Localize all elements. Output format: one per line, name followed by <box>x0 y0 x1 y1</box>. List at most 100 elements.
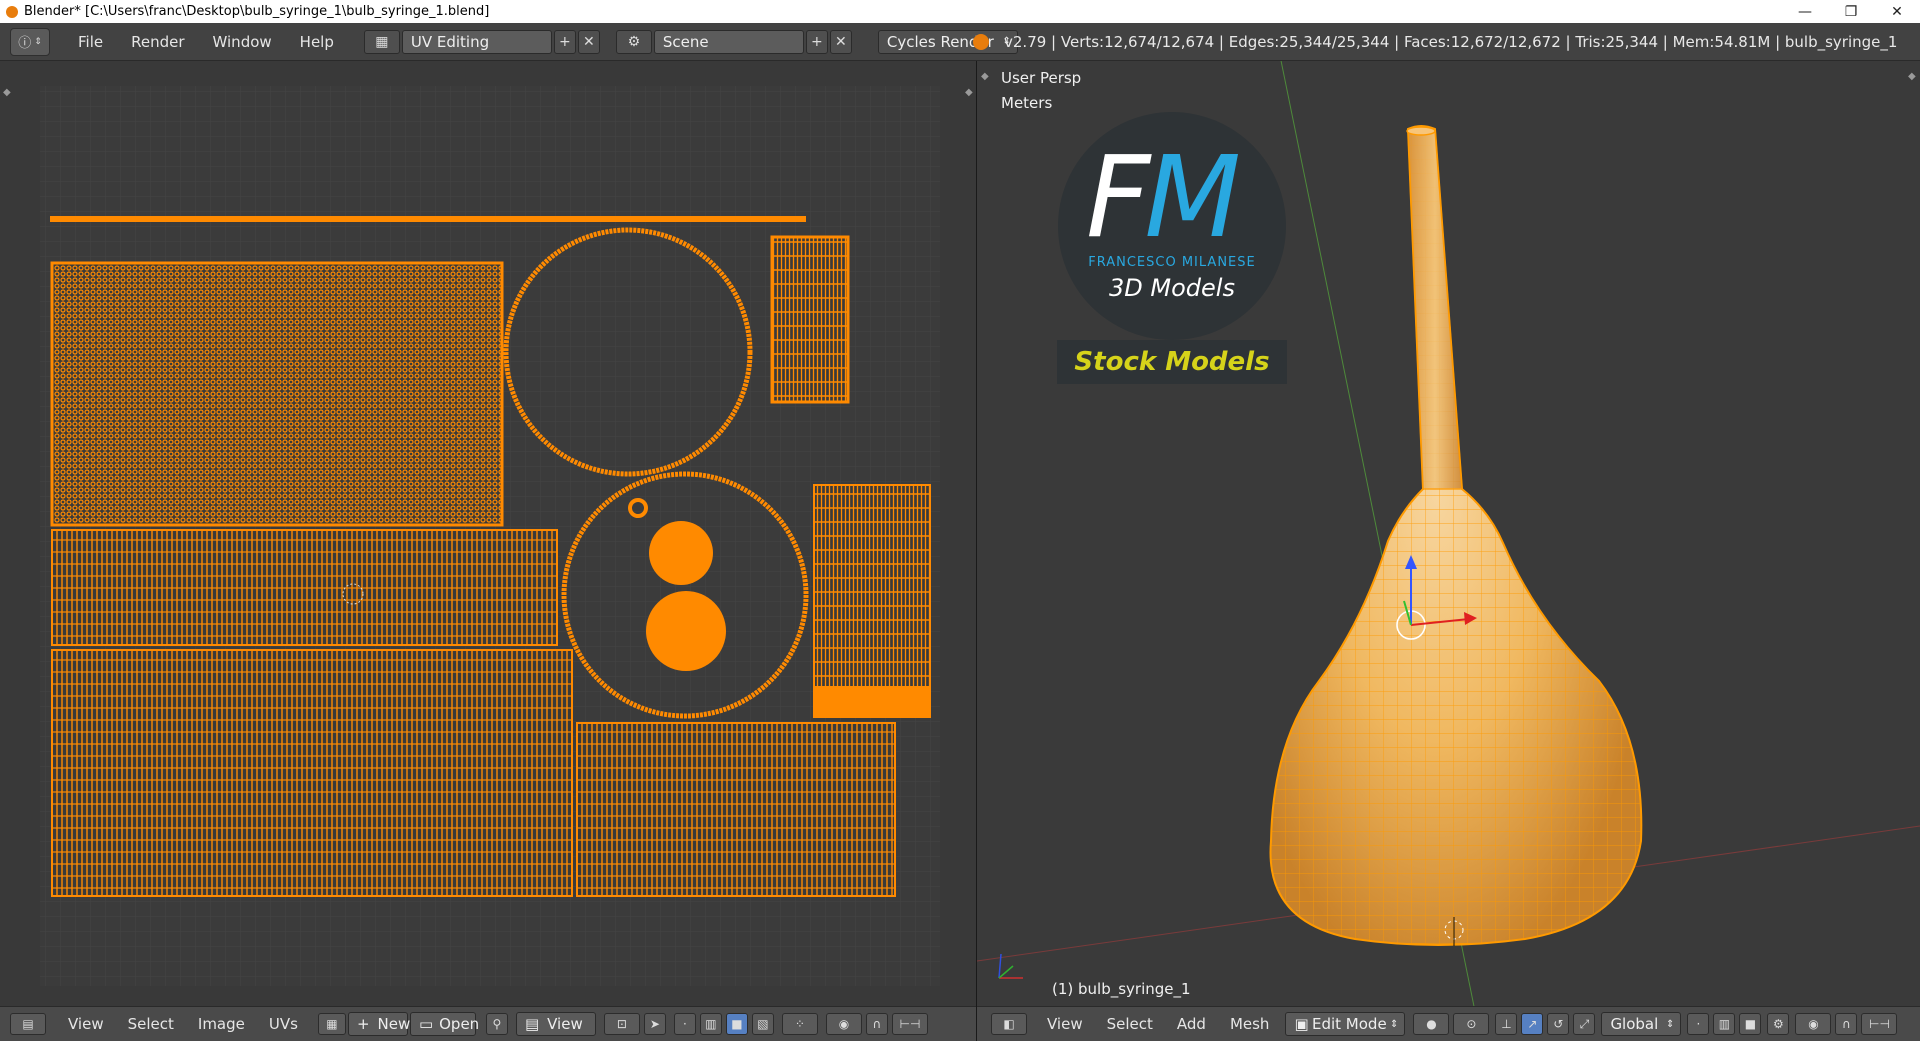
scale-manipulator-button[interactable]: ⤢ <box>1573 1013 1596 1035</box>
vp-menu-view[interactable]: View <box>1035 1015 1095 1033</box>
menu-help[interactable]: Help <box>286 33 348 51</box>
delete-scene-button[interactable]: ✕ <box>829 29 852 54</box>
face-icon: ■ <box>1744 1017 1757 1031</box>
3d-viewport[interactable]: ◆ ◆ User Persp Meters FM FRANCESCO MILAN… <box>977 61 1920 1006</box>
nozzle-mesh <box>1407 128 1463 490</box>
island-select-button[interactable]: ▧ <box>751 1013 774 1035</box>
vp-menu-select[interactable]: Select <box>1095 1015 1165 1033</box>
menu-file[interactable]: File <box>64 33 117 51</box>
editor-mode-dropdown[interactable]: ▤ View <box>515 1012 596 1036</box>
viewport-header: ◧ View Select Add Mesh ▣ Edit Mode ⇕ ● ⊙… <box>977 1006 1920 1041</box>
delete-screen-button[interactable]: ✕ <box>577 29 600 54</box>
vp-menu-mesh[interactable]: Mesh <box>1218 1015 1282 1033</box>
window-titlebar: Blender* [C:\Users\franc\Desktop\bulb_sy… <box>0 0 1920 23</box>
uv-island-right <box>813 484 931 718</box>
snap-element-dropdown[interactable]: ⊢⊣ <box>1861 1013 1898 1035</box>
uv-editor-type-button[interactable]: ▤ <box>10 1013 46 1035</box>
axis-indicator-y <box>998 965 1014 979</box>
pin-image-button[interactable]: ⚲ <box>485 1013 508 1035</box>
menu-window[interactable]: Window <box>199 33 286 51</box>
uv-island-lower <box>51 649 573 897</box>
scene-field[interactable]: Scene <box>653 29 804 54</box>
new-image-button[interactable]: + New <box>347 1012 411 1036</box>
magnet-icon: ∩ <box>1842 1017 1851 1031</box>
sticky-icon: ⁘ <box>794 1017 805 1031</box>
add-scene-button[interactable]: + <box>805 29 828 54</box>
face-select-button[interactable]: ■ <box>725 1013 748 1035</box>
island-icon: ▧ <box>757 1017 769 1031</box>
watermark-subtitle: 3D Models <box>1109 274 1235 302</box>
vp-menu-add[interactable]: Add <box>1165 1015 1218 1033</box>
edge-select-mode-button[interactable]: ▥ <box>1713 1013 1736 1035</box>
snap-element-dropdown[interactable]: ⊢⊣ <box>891 1013 928 1035</box>
uv-menu-view[interactable]: View <box>56 1015 116 1033</box>
viewport-shading-dropdown[interactable]: ● <box>1413 1013 1450 1035</box>
image-icon: ▦ <box>326 1017 338 1031</box>
snap-icon: ⊢⊣ <box>899 1017 921 1031</box>
snap-toggle[interactable]: ∩ <box>1835 1013 1858 1035</box>
close-button[interactable]: ✕ <box>1874 0 1920 23</box>
image-browse-button[interactable]: ▦ <box>317 1013 346 1035</box>
rotate-manipulator-button[interactable]: ↺ <box>1547 1013 1570 1035</box>
uv-island-small-strip <box>770 235 850 404</box>
scene-statistics: v2.79 | Verts:12,674/12,674 | Edges:25,3… <box>1004 33 1898 51</box>
mesh-wireframe <box>1270 126 1642 945</box>
uv-island-right-base <box>814 686 930 717</box>
active-object-label: (1) bulb_syringe_1 <box>1052 980 1191 998</box>
viewport-editor-type-button[interactable]: ◧ <box>991 1013 1027 1035</box>
uv-island-disc-2 <box>646 591 726 671</box>
sticky-selection-dropdown[interactable]: ⁘ <box>781 1013 818 1035</box>
mode-label: Edit Mode <box>1311 1015 1387 1033</box>
vertex-icon: · <box>683 1017 687 1031</box>
snap-toggle[interactable]: ∩ <box>865 1013 888 1035</box>
uv-menu-uvs[interactable]: UVs <box>257 1015 310 1033</box>
mode-dropdown[interactable]: ▣ Edit Mode ⇕ <box>1285 1012 1406 1036</box>
uv-menu-image[interactable]: Image <box>186 1015 257 1033</box>
face-select-mode-button[interactable]: ■ <box>1739 1013 1762 1035</box>
minimize-button[interactable]: — <box>1782 0 1828 23</box>
mode-icon: ▤ <box>524 1015 540 1033</box>
new-image-label: New <box>377 1015 411 1033</box>
proportional-edit-dropdown[interactable]: ◉ <box>1795 1013 1832 1035</box>
face-icon: ■ <box>731 1017 743 1031</box>
snap-icon: ⊢⊣ <box>1868 1017 1890 1031</box>
screen-layout-field[interactable]: UV Editing <box>401 29 552 54</box>
uv-canvas[interactable] <box>0 61 976 1006</box>
watermark-logo-circle: FM FM FRANCESCO MILANESE 3D Models <box>1058 112 1286 340</box>
edge-select-button[interactable]: ▥ <box>699 1013 722 1035</box>
plus-icon: + <box>559 33 571 50</box>
manipulator-toggle[interactable]: ⊥ <box>1495 1013 1518 1035</box>
add-screen-button[interactable]: + <box>553 29 576 54</box>
cursor-icon: ➤ <box>649 1017 660 1031</box>
proportional-icon: ◉ <box>1808 1017 1819 1031</box>
vertex-select-button[interactable]: · <box>673 1013 696 1035</box>
magnet-icon: ∩ <box>872 1017 882 1031</box>
pivot-point-dropdown[interactable]: ⊡ <box>603 1013 640 1035</box>
translate-manipulator-button[interactable]: ↗ <box>1521 1013 1544 1035</box>
info-menus: File Render Window Help <box>64 33 348 51</box>
pivot-point-dropdown[interactable]: ⊙ <box>1453 1013 1490 1035</box>
x-icon: ✕ <box>583 33 595 50</box>
updown-icon: ⇕ <box>34 36 42 47</box>
render-engine-dropdown[interactable]: Cycles Render ⇕ <box>877 29 1018 54</box>
blender-logo-icon <box>973 34 989 50</box>
scene-browse-button[interactable]: ⚙ <box>615 29 652 54</box>
updown-icon: ⇕ <box>1390 1018 1399 1030</box>
transform-orientation-dropdown[interactable]: Global ⇕ <box>1601 1012 1682 1036</box>
uv-image-editor[interactable]: ◆ ◆ <box>0 61 976 1006</box>
editor-type-button[interactable]: ⓘ ⇕ <box>10 27 50 56</box>
limit-selection-button[interactable]: ⚙ <box>1767 1013 1790 1035</box>
window-title: Blender* [C:\Users\franc\Desktop\bulb_sy… <box>24 4 490 19</box>
watermark-author: FRANCESCO MILANESE <box>1088 255 1256 270</box>
translate-icon: ↗ <box>1527 1017 1538 1031</box>
uv-menu-select[interactable]: Select <box>116 1015 186 1033</box>
screen-layout-browse-button[interactable]: ▦ <box>363 29 400 54</box>
sync-selection-toggle[interactable]: ➤ <box>643 1013 666 1035</box>
limit-icon: ⚙ <box>1773 1017 1784 1031</box>
restore-button[interactable]: ❐ <box>1828 0 1874 23</box>
menu-render[interactable]: Render <box>117 33 198 51</box>
vertex-select-mode-button[interactable]: · <box>1687 1013 1710 1035</box>
open-image-button[interactable]: ▭ Open <box>409 1012 479 1036</box>
uv-island-body <box>50 261 504 527</box>
proportional-edit-dropdown[interactable]: ◉ <box>825 1013 862 1035</box>
